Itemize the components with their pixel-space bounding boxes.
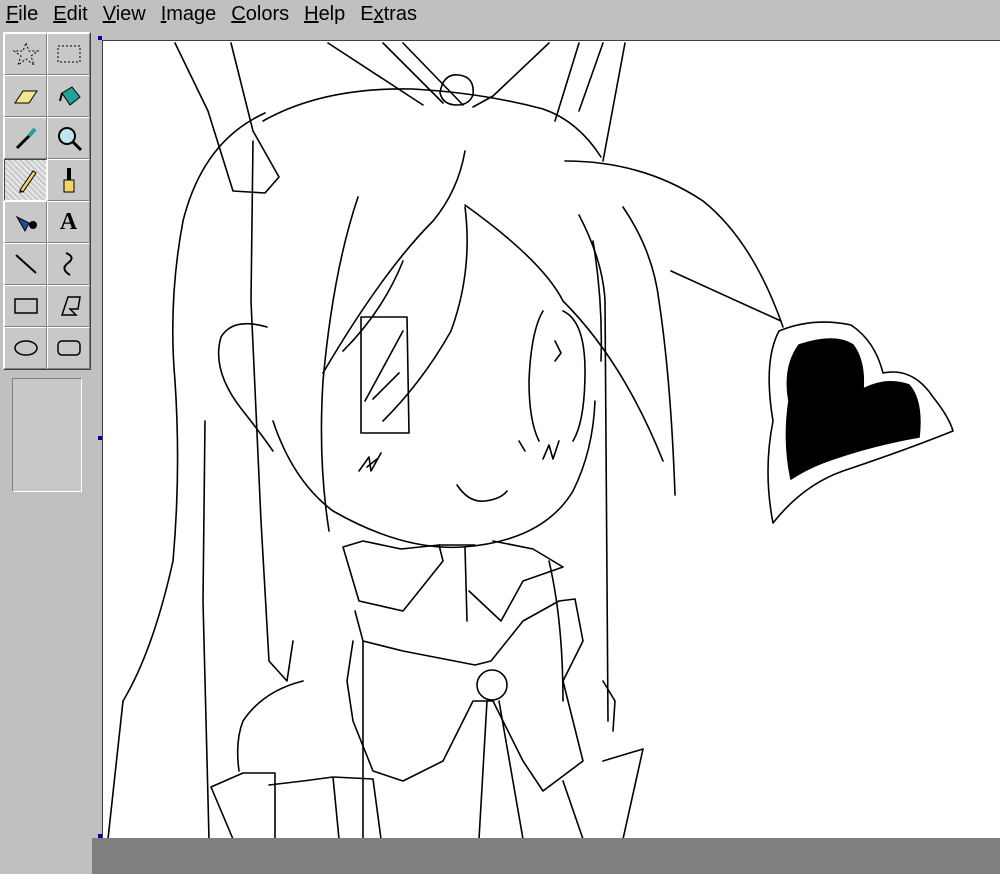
stroke-hair-left-inner [250, 140, 294, 682]
stroke-hair-strand-5 [464, 204, 664, 462]
pick-color-tool[interactable] [4, 117, 47, 159]
menu-help[interactable]: Help [298, 0, 354, 28]
free-form-select-tool[interactable] [4, 33, 47, 75]
drawing-canvas[interactable] [102, 40, 1000, 839]
polygon-tool[interactable] [47, 285, 90, 327]
stroke-shoulder-left [236, 680, 304, 772]
rect-select-icon [57, 45, 80, 63]
pencil-icon [18, 170, 37, 193]
resize-handle-top-left[interactable] [98, 36, 102, 40]
airbrush-icon [15, 215, 37, 233]
eraser-icon [13, 90, 38, 104]
menu-extras[interactable]: Extras [354, 0, 426, 28]
menu-image[interactable]: Image [155, 0, 226, 28]
rounded-rectangle-tool[interactable] [47, 327, 90, 369]
stroke-ribbon-tail [478, 700, 524, 839]
filled-heart [785, 338, 921, 480]
menu-edit[interactable]: Edit [47, 0, 96, 28]
menu-file[interactable]: File [0, 0, 47, 28]
stroke-hair-left-strand [202, 420, 210, 839]
stroke-antenna-right [472, 42, 626, 162]
line-tool[interactable] [4, 243, 47, 285]
stroke-ribbon-knot [476, 669, 508, 701]
star-select-icon [11, 41, 40, 67]
line-icon [14, 254, 37, 274]
ellipse-icon [13, 340, 38, 356]
paint-bucket-icon [58, 86, 81, 106]
stroke-eye-left-highlight [364, 330, 404, 402]
magnifier-tool[interactable] [47, 117, 90, 159]
curve-icon [63, 252, 72, 276]
menu-view[interactable]: View [97, 0, 155, 28]
stroke-collar-right [468, 540, 564, 622]
eyedropper-icon [15, 127, 37, 150]
menu-bar: File Edit View Image Colors Help Extras [0, 0, 1000, 29]
stroke-hair-left-outer [107, 112, 266, 839]
stroke-mouth [456, 484, 508, 502]
stroke-hair-strand-7 [382, 206, 468, 422]
stroke-top-knob [439, 74, 475, 106]
text-tool[interactable]: A [47, 201, 90, 243]
tool-options-box[interactable] [12, 378, 82, 492]
rectangle-select-tool[interactable] [47, 33, 90, 75]
eraser-tool[interactable] [4, 75, 47, 117]
tool-grid: A [3, 32, 91, 370]
rectangle-tool[interactable] [4, 285, 47, 327]
stroke-neck [438, 544, 476, 622]
rounded-rect-icon [56, 340, 81, 356]
stroke-antenna-mid [327, 42, 464, 106]
menu-colors[interactable]: Colors [225, 0, 298, 28]
fill-tool[interactable] [47, 75, 90, 117]
stroke-body-line-2 [548, 560, 564, 702]
brush-icon [63, 168, 74, 193]
stroke-ear [217, 322, 274, 452]
polygon-icon [60, 296, 81, 316]
stroke-hair-right-outer [564, 160, 784, 328]
stroke-sleeve-right [562, 748, 644, 839]
stroke-blush-right [518, 440, 560, 460]
text-icon: A [59, 208, 78, 235]
workspace-background [92, 838, 1000, 874]
stroke-antenna-left [174, 42, 280, 194]
airbrush-tool[interactable] [4, 201, 47, 243]
rectangle-icon [13, 298, 38, 314]
brush-tool[interactable] [47, 159, 90, 201]
resize-handle-left-mid[interactable] [98, 436, 102, 440]
magnifier-icon [57, 127, 82, 152]
stroke-body-line-3 [602, 680, 616, 732]
stroke-ribbon [346, 598, 584, 792]
stroke-eye-right-pupil [554, 340, 562, 362]
stroke-hair-strand-6 [320, 196, 359, 532]
resize-handle-bottom-left[interactable] [98, 834, 102, 838]
tool-box: A [0, 28, 92, 874]
curve-tool[interactable] [47, 243, 90, 285]
stroke-blush-left [358, 452, 382, 472]
stroke-hair-strand-8 [342, 260, 404, 352]
stroke-hair-strand-1 [670, 270, 782, 322]
stroke-hair-strand-2 [622, 206, 676, 496]
pencil-tool[interactable] [4, 159, 47, 201]
ellipse-tool[interactable] [4, 327, 47, 369]
drawing-workspace [92, 28, 1000, 874]
stroke-head-outline [262, 88, 602, 158]
stroke-hair-strand-4 [322, 150, 466, 374]
stroke-collar-left [342, 540, 444, 612]
drawing [107, 42, 954, 839]
stroke-sleeve-left [210, 772, 382, 839]
stroke-eye-right [528, 310, 586, 442]
